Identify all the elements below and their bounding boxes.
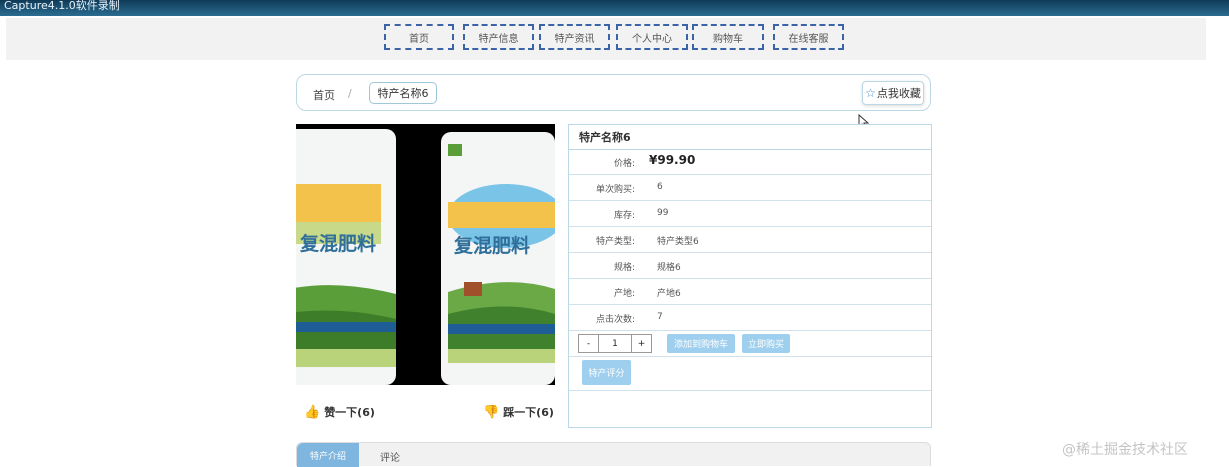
watermark: @稀土掘金技术社区 xyxy=(1062,442,1188,458)
like-button[interactable]: 👍 赞一下(6) xyxy=(304,404,375,420)
star-icon: ☆ xyxy=(865,86,876,100)
price-value: ¥99.90 xyxy=(649,153,696,167)
thumbs-up-icon: 👍 xyxy=(304,404,321,420)
info-label: 产地: xyxy=(613,289,635,299)
breadcrumb-home[interactable]: 首页 xyxy=(313,87,335,103)
product-image: 复混肥料 复混肥料 xyxy=(296,124,555,385)
info-label: 库存: xyxy=(613,211,635,221)
tab-comments[interactable]: 评论 xyxy=(380,449,400,464)
favorite-label: 点我收藏 xyxy=(876,87,921,100)
info-row: 点击次数: 7 xyxy=(569,305,931,331)
info-value: 规格6 xyxy=(657,263,681,273)
info-label: 特产类型: xyxy=(595,237,635,247)
info-value: 6 xyxy=(657,182,663,192)
rating-row: 特产评分 xyxy=(569,357,931,391)
nav-home[interactable]: 首页 xyxy=(384,24,454,50)
info-label: 规格: xyxy=(613,263,635,273)
quantity-decrease-button[interactable]: - xyxy=(579,335,599,352)
info-label: 单次购买: xyxy=(595,185,635,195)
price-label: 价格: xyxy=(613,159,635,169)
bag-text-right: 复混肥料 xyxy=(453,234,530,257)
add-to-cart-button[interactable]: 添加到购物车 xyxy=(667,334,735,353)
detail-tabs: 特产介绍 评论 xyxy=(296,442,931,467)
breadcrumb: 首页 / 特产名称6 ☆ 点我收藏 xyxy=(296,74,931,111)
quantity-input[interactable]: 1 xyxy=(599,335,631,352)
info-value: 99 xyxy=(657,208,669,218)
buy-now-button[interactable]: 立即购买 xyxy=(742,334,790,353)
favorite-button[interactable]: ☆ 点我收藏 xyxy=(862,81,924,105)
fertilizer-bag-left: 复混肥料 xyxy=(296,129,396,385)
product-info-table: 特产名称6 价格: ¥99.90 单次购买: 6 库存: 99 特产类型: 特产… xyxy=(568,124,932,428)
nav-news[interactable]: 特产资讯 xyxy=(539,24,610,50)
info-row: 库存: 99 xyxy=(569,201,931,227)
nav-products[interactable]: 特产信息 xyxy=(463,24,534,50)
nav-user-center[interactable]: 个人中心 xyxy=(616,24,688,50)
nav-support[interactable]: 在线客服 xyxy=(773,24,844,50)
rate-button[interactable]: 特产评分 xyxy=(582,360,631,385)
info-row: 单次购买: 6 xyxy=(569,175,931,201)
thumbs-down-icon: 👎 xyxy=(483,404,500,420)
dislike-button[interactable]: 👎 踩一下(6) xyxy=(483,404,554,420)
fertilizer-bag-right: 复混肥料 xyxy=(441,132,555,385)
price-row: 价格: ¥99.90 xyxy=(569,149,931,175)
nav-cart[interactable]: 购物车 xyxy=(692,24,764,50)
like-label: 赞一下(6) xyxy=(324,406,375,419)
quantity-increase-button[interactable]: + xyxy=(631,335,651,352)
info-value: 产地6 xyxy=(657,289,681,299)
info-row: 规格: 规格6 xyxy=(569,253,931,279)
info-row: 产地: 产地6 xyxy=(569,279,931,305)
info-row: 特产类型: 特产类型6 xyxy=(569,227,931,253)
breadcrumb-current: 特产名称6 xyxy=(369,82,437,104)
info-label: 点击次数: xyxy=(595,315,635,325)
breadcrumb-separator: / xyxy=(348,87,352,100)
info-value: 特产类型6 xyxy=(657,237,699,247)
top-navigation: 首页 特产信息 特产资讯 个人中心 购物车 在线客服 xyxy=(6,18,1206,60)
info-value: 7 xyxy=(657,312,663,322)
quantity-stepper: - 1 + xyxy=(578,334,652,353)
vote-bar: 👍 赞一下(6) 👎 踩一下(6) xyxy=(296,400,555,426)
app-title-bar: Capture4.1.0软件录制 xyxy=(0,0,1229,16)
dislike-label: 踩一下(6) xyxy=(503,406,554,419)
product-title: 特产名称6 xyxy=(569,125,931,150)
window-title: Capture4.1.0软件录制 xyxy=(4,0,120,12)
purchase-actions: - 1 + 添加到购物车 立即购买 xyxy=(569,331,931,357)
tab-introduction[interactable]: 特产介绍 xyxy=(297,443,359,467)
bag-text-left: 复混肥料 xyxy=(299,232,376,255)
